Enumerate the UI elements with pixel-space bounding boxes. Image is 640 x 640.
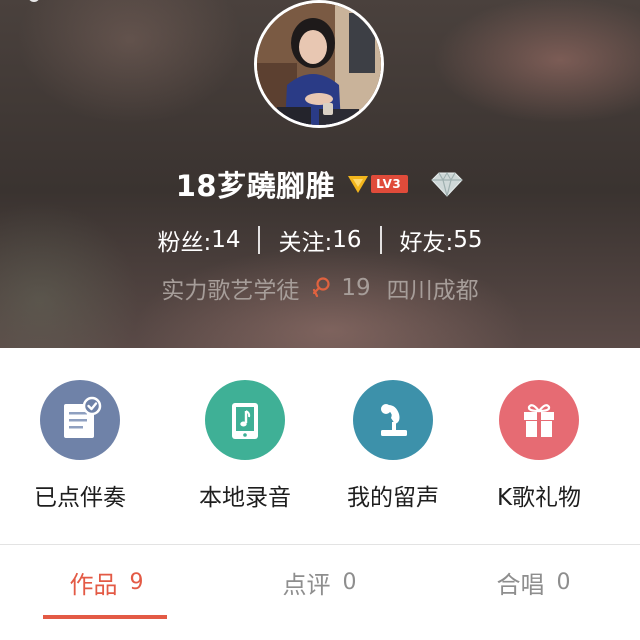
action-accompaniment[interactable]: 已点伴奏 [0,348,160,544]
action-label: 已点伴奏 [34,485,126,511]
tab-label: 作品 [69,571,118,599]
tab-works[interactable]: 作品 9 [0,545,213,620]
following-count: 16 [332,227,362,253]
stat-divider [379,226,382,254]
vip-badge[interactable]: LV3 [347,174,409,194]
user-name: 18芗蹺腳脽 [175,169,336,203]
vip-icon [348,176,369,193]
following-label: 关注: [278,230,333,256]
tab-reviews[interactable]: 点评 0 [213,545,426,620]
profile-header: 18芗蹺腳脽 LV3 粉丝: 14 关注: 16 好友: 55 实力歌艺学徒 1… [0,0,640,348]
tab-label: 点评 [282,571,331,599]
accompaniment-list-icon [40,380,120,460]
active-tab-indicator [43,615,167,619]
info-row: 实力歌艺学徒 19 四川成都 [0,270,640,306]
tab-count: 0 [556,570,571,595]
tab-count: 0 [342,570,357,595]
user-age: 19 [341,275,371,301]
gift-icon [499,380,579,460]
tab-count: 9 [129,570,144,595]
fans-count: 14 [211,227,241,253]
tab-duets[interactable]: 合唱 0 [427,545,640,620]
level-badge: LV3 [371,175,409,193]
stats-row: 粉丝: 14 关注: 16 好友: 55 [0,222,640,258]
following-stat[interactable]: 关注: 16 [278,223,361,257]
gramophone-icon [353,380,433,460]
diamond-icon[interactable] [430,171,464,197]
action-label: K歌礼物 [496,485,582,511]
tab-label: 合唱 [496,571,545,599]
action-gifts[interactable]: K歌礼物 [459,348,619,544]
fans-label: 粉丝: [157,230,212,256]
friends-label: 好友: [399,230,454,256]
friends-stat[interactable]: 好友: 55 [400,223,483,257]
avatar-photo [257,3,381,125]
action-local-recording[interactable]: 本地录音 [165,348,325,544]
user-location: 四川成都 [386,278,479,304]
action-my-voice[interactable]: 我的留声 [313,348,473,544]
fans-stat[interactable]: 粉丝: 14 [157,223,240,257]
friends-count: 55 [453,227,483,253]
female-icon [313,277,331,299]
local-recording-icon [205,380,285,460]
action-label: 我的留声 [347,485,439,511]
avatar[interactable] [254,0,384,128]
action-label: 本地录音 [199,485,291,511]
content-tabs: 作品 9 点评 0 合唱 0 [0,545,640,640]
profile-screen: 18芗蹺腳脽 LV3 粉丝: 14 关注: 16 好友: 55 实力歌艺学徒 1… [0,0,640,640]
quick-actions: 已点伴奏 本地录音 我的留声 K歌礼物 [0,348,640,544]
stat-divider [258,226,261,254]
singer-title: 实力歌艺学徒 [161,278,300,304]
name-row: 18芗蹺腳脽 LV3 [0,162,640,206]
